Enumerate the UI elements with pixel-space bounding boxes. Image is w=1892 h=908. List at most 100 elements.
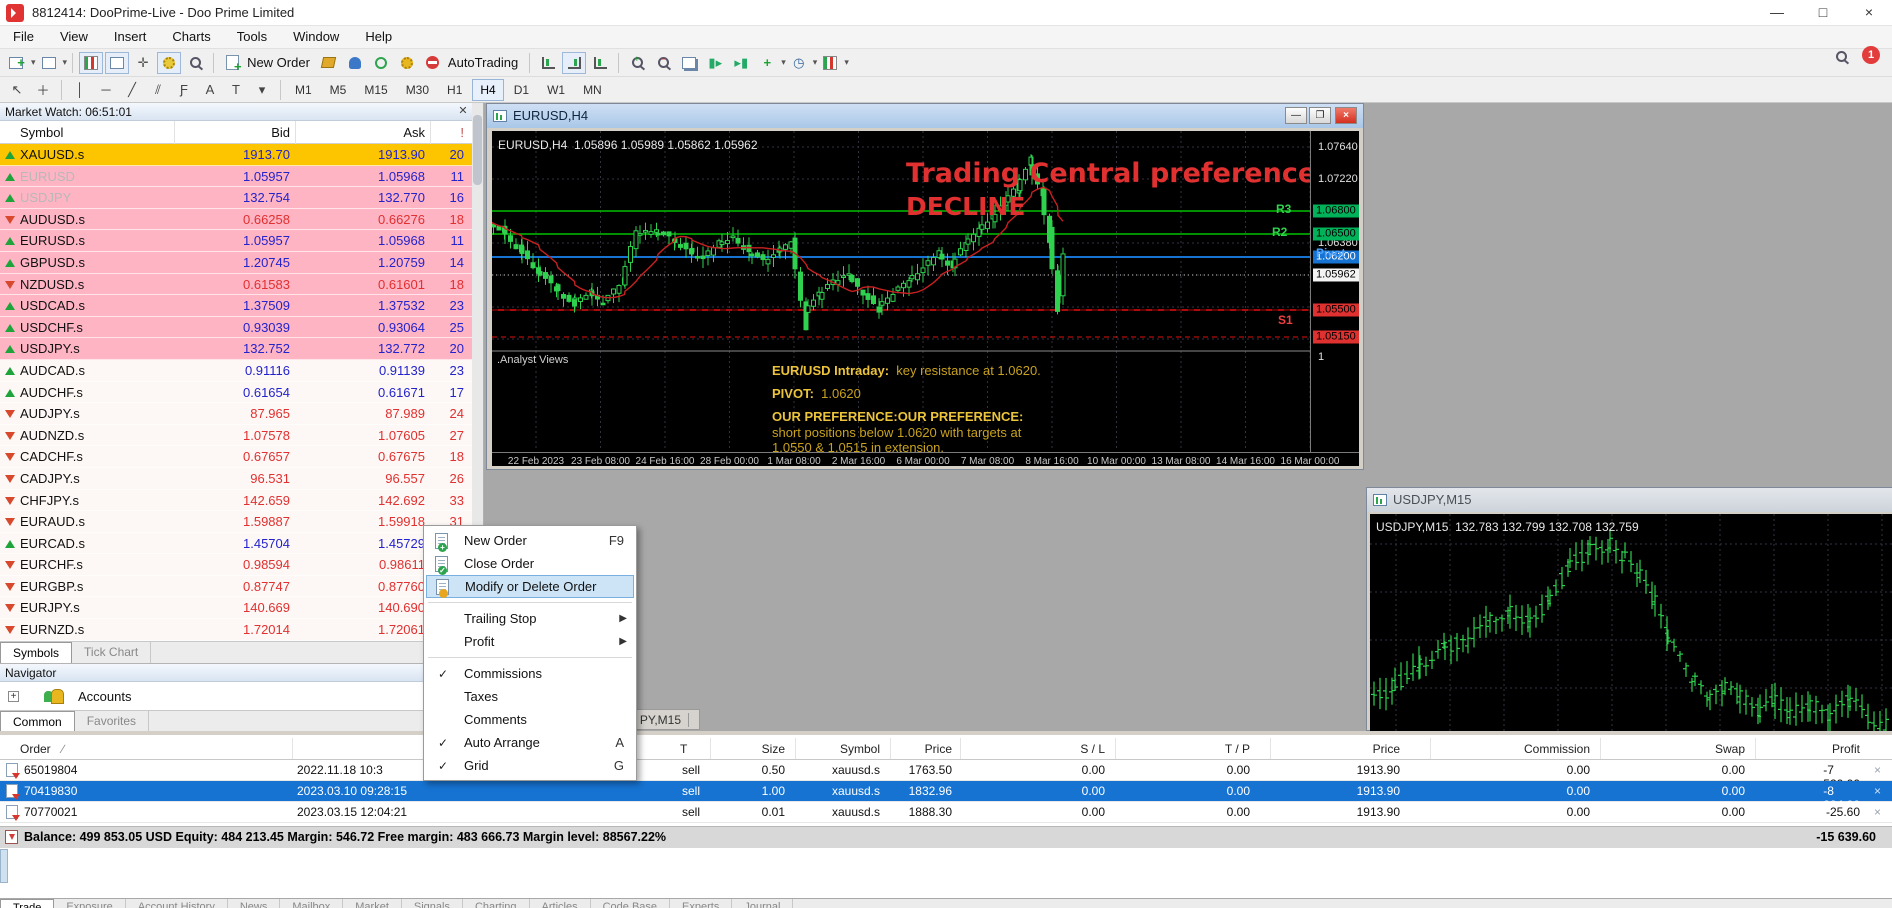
menu-view[interactable]: View — [47, 26, 101, 48]
new-order-button[interactable]: New Order — [247, 55, 310, 70]
header-price2[interactable]: Price — [1373, 742, 1400, 756]
cursor-icon[interactable]: ↖ — [5, 79, 29, 101]
navigator-icon[interactable]: ✛ — [131, 52, 155, 74]
timeframe-m15[interactable]: M15 — [356, 79, 395, 101]
market-watch-row[interactable]: AUDUSD.s0.662580.6627618 — [0, 209, 472, 231]
templates-icon-dropdown[interactable]: ▾ — [844, 57, 849, 68]
menu-help[interactable]: Help — [352, 26, 405, 48]
chart-restore-button[interactable]: ❐ — [1309, 107, 1331, 124]
templates-icon[interactable] — [818, 52, 842, 74]
orders-table-header[interactable]: Order∕TSizeSymbolPriceS / LT / PPriceCom… — [0, 738, 1892, 760]
chart-minimize-button[interactable]: — — [1285, 107, 1307, 124]
menu-insert[interactable]: Insert — [101, 26, 160, 48]
header-symbol[interactable]: Symbol — [840, 742, 880, 756]
trendline-icon[interactable]: ╱ — [120, 79, 144, 101]
terminal-icon[interactable] — [157, 52, 181, 74]
header-price[interactable]: Price — [925, 742, 952, 756]
autotrading-button[interactable]: AutoTrading — [448, 55, 518, 70]
timeframe-mn[interactable]: MN — [575, 79, 610, 101]
close-order-icon[interactable]: × — [1874, 805, 1881, 819]
market-watch-row[interactable]: AUDJPY.s87.96587.98924 — [0, 403, 472, 425]
fibonacci-icon[interactable]: Ƒ — [172, 79, 196, 101]
market-watch-row[interactable]: EURCAD.s1.457041.45729 — [0, 533, 472, 555]
minimize-button[interactable]: — — [1754, 0, 1800, 26]
context-new-order[interactable]: +New OrderF9 — [426, 529, 634, 552]
context-comments[interactable]: Comments — [426, 708, 634, 731]
market-watch-row[interactable]: EURUSD.s1.059571.0596811 — [0, 230, 472, 252]
zoom-out-icon[interactable]: − — [651, 52, 675, 74]
timeframe-w1[interactable]: W1 — [539, 79, 573, 101]
indicator-list-icon[interactable] — [536, 52, 560, 74]
maximize-button[interactable]: □ — [1800, 0, 1846, 26]
terminal-tab-journal[interactable]: Journal — [732, 899, 793, 908]
terminal-tab-exposure[interactable]: Exposure — [54, 899, 125, 908]
tab-symbols[interactable]: Symbols — [0, 642, 72, 664]
timeframe-m1[interactable]: M1 — [287, 79, 320, 101]
menu-file[interactable]: File — [0, 26, 47, 48]
context-taxes[interactable]: Taxes — [426, 685, 634, 708]
horizontal-line-icon[interactable]: ─ — [94, 79, 118, 101]
shapes-dropdown-icon[interactable]: ▾ — [250, 79, 274, 101]
tree-expand-icon[interactable]: + — [8, 691, 19, 702]
market-watch-row[interactable]: CADCHF.s0.676570.6767518 — [0, 446, 472, 468]
menu-charts[interactable]: Charts — [159, 26, 223, 48]
new-chart-icon[interactable]: + — [5, 52, 29, 74]
auto-scroll-icon[interactable]: ▮▸ — [703, 52, 727, 74]
market-watch-row[interactable]: USDJPY132.754132.77016 — [0, 187, 472, 209]
menu-tools[interactable]: Tools — [224, 26, 280, 48]
market-watch-row[interactable]: EURUSD1.059571.0596811 — [0, 166, 472, 188]
context-grid[interactable]: ✓GridG — [426, 754, 634, 777]
tile-windows-icon[interactable] — [677, 52, 701, 74]
market-watch-row[interactable]: GBPUSD.s1.207451.2075914 — [0, 252, 472, 274]
vertical-line-icon[interactable]: │ — [68, 79, 92, 101]
context-commissions[interactable]: ✓Commissions — [426, 662, 634, 685]
zoom-in-icon[interactable]: + — [625, 52, 649, 74]
market-watch-row[interactable]: EURGBP.s0.877470.87760 — [0, 576, 472, 598]
header-profit[interactable]: Profit — [1832, 742, 1860, 756]
terminal-tab-experts[interactable]: Experts — [670, 899, 732, 908]
market-watch-header[interactable]: Symbol Bid Ask ! — [0, 121, 472, 144]
context-profit[interactable]: Profit▶ — [426, 630, 634, 653]
profiles-icon[interactable] — [37, 52, 61, 74]
text-label-icon[interactable]: T — [224, 79, 248, 101]
timeframe-h1[interactable]: H1 — [439, 79, 470, 101]
timeframe-d1[interactable]: D1 — [506, 79, 537, 101]
periods-icon-dropdown[interactable]: ▾ — [813, 57, 818, 68]
context-trailing-stop[interactable]: Trailing Stop▶ — [426, 607, 634, 630]
header-tp[interactable]: T / P — [1225, 742, 1250, 756]
terminal-tab-code-base[interactable]: Code Base — [591, 899, 670, 908]
options-gears-icon[interactable] — [395, 52, 419, 74]
new-chart-icon-dropdown[interactable]: ▾ — [31, 57, 36, 68]
terminal-tab-articles[interactable]: Articles — [530, 899, 591, 908]
chart-close-button[interactable]: × — [1335, 107, 1357, 124]
order-row[interactable]: 707700212023.03.15 12:04:21sell0.01xauus… — [0, 802, 1892, 823]
market-watch-row[interactable]: EURCHF.s0.985940.98611 — [0, 554, 472, 576]
tab-tick-chart[interactable]: Tick Chart — [72, 642, 151, 664]
notification-badge[interactable]: 1 — [1862, 46, 1880, 64]
autotrading-icon[interactable] — [421, 52, 445, 74]
terminal-scrollbar[interactable] — [0, 849, 8, 883]
eurusd-price-scale[interactable]: 1.076401.072201.0638011.068001.065001.06… — [1310, 131, 1359, 452]
market-watch-close-icon[interactable]: ✕ — [456, 105, 470, 119]
mql5-community-icon[interactable] — [343, 52, 367, 74]
menu-window[interactable]: Window — [280, 26, 352, 48]
context-modify-or-delete-order[interactable]: Modify or Delete Order — [426, 575, 634, 598]
market-watch-row[interactable]: XAUUSD.s1913.701913.9020 — [0, 144, 472, 166]
order-row[interactable]: 704198302023.03.10 09:28:15sell1.00xauus… — [0, 781, 1892, 802]
close-button[interactable]: × — [1846, 0, 1892, 26]
terminal-tab-trade[interactable]: Trade — [0, 899, 54, 908]
usdjpy-window-titlebar[interactable]: USDJPY,M15 — [1367, 488, 1892, 512]
market-watch-row[interactable]: CADJPY.s96.53196.55726 — [0, 468, 472, 490]
channel-icon[interactable]: ⫽ — [146, 79, 170, 101]
usdjpy-chart-canvas[interactable] — [1370, 514, 1892, 731]
chart-shift-icon[interactable]: ▸▮ — [729, 52, 753, 74]
scrollbar-thumb[interactable] — [473, 115, 482, 185]
col-spread[interactable]: ! — [460, 125, 464, 140]
header-swap[interactable]: Swap — [1715, 742, 1745, 756]
col-symbol[interactable]: Symbol — [20, 125, 63, 140]
header-order[interactable]: Order — [20, 742, 51, 756]
context-close-order[interactable]: ✓Close Order — [426, 552, 634, 575]
terminal-tab-mailbox[interactable]: Mailbox — [280, 899, 343, 908]
eurusd-window-titlebar[interactable]: EURUSD,H4 — ❐ × — [487, 104, 1363, 128]
strategy-tester-icon[interactable] — [183, 52, 207, 74]
